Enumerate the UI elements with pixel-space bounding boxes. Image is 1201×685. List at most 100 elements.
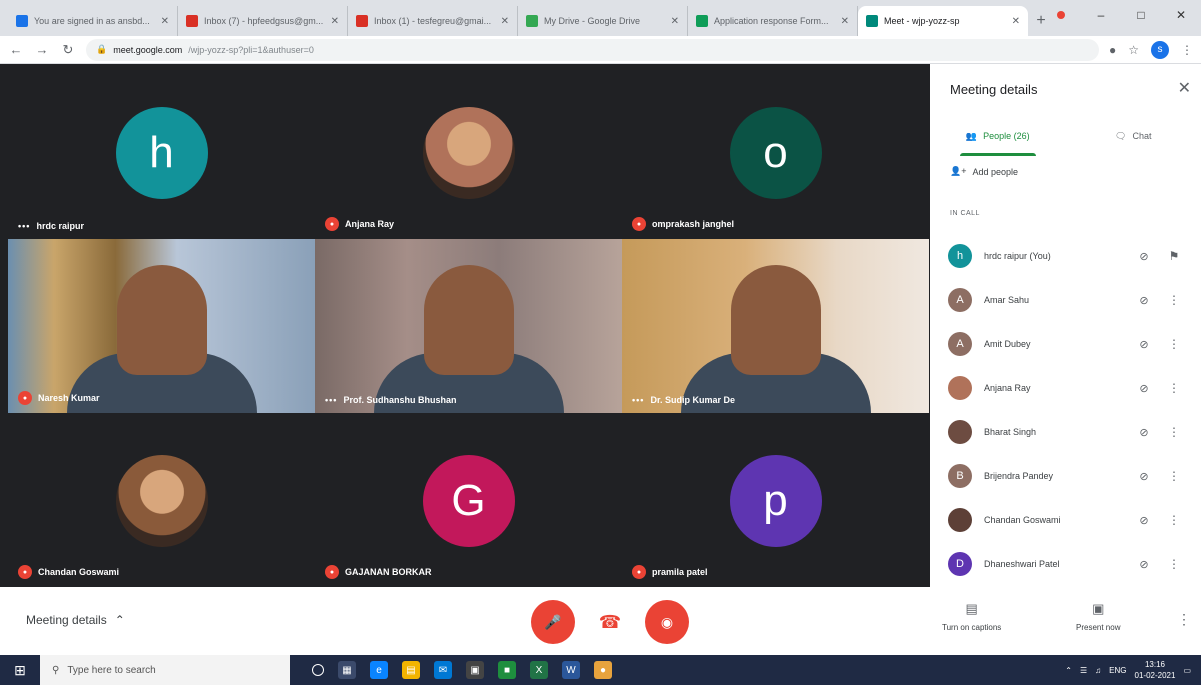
participant-tile[interactable]: ••• Prof. Sudhanshu Bhushan: [315, 239, 622, 413]
camera-toggle-button[interactable]: ◉: [645, 600, 689, 644]
tab-favicon-icon: [866, 15, 878, 27]
file-explorer-icon[interactable]: ▤: [402, 661, 420, 679]
tray-language[interactable]: ENG: [1109, 666, 1126, 675]
close-panel-icon[interactable]: ✕: [1178, 78, 1191, 98]
meeting-details-label: Meeting details: [26, 613, 107, 627]
close-window-button[interactable]: ✕: [1161, 0, 1201, 30]
captions-label: Turn on captions: [942, 623, 1002, 632]
participant-tile[interactable]: ● Anjana Ray: [315, 65, 622, 239]
meeting-details-panel: Meeting details ✕ 👥 People (26) 🗨 Chat 👤…: [930, 64, 1201, 587]
participant-list-name: Bharat Singh: [984, 427, 1037, 437]
participant-row[interactable]: B Brijendra Pandey ⊘ ⋮: [930, 454, 1201, 498]
panel-title: Meeting details: [950, 82, 1038, 97]
network-icon[interactable]: ☰: [1080, 666, 1087, 675]
store-icon[interactable]: ▣: [466, 661, 484, 679]
muted-mic-icon: ⊘: [1139, 338, 1149, 351]
tab-close-icon[interactable]: ✕: [331, 16, 339, 27]
more-actions-icon[interactable]: ⋮: [1165, 469, 1183, 483]
participant-name-tag: ••• Prof. Sudhanshu Bhushan: [325, 395, 456, 405]
more-actions-icon[interactable]: ⋮: [1165, 425, 1183, 439]
muted-mic-icon: ⊘: [1139, 470, 1149, 483]
tab-close-icon[interactable]: ✕: [841, 16, 849, 27]
participant-tile[interactable]: p ● pramila patel: [622, 413, 929, 587]
participant-tile[interactable]: h ••• hrdc raipur: [8, 65, 315, 239]
pin-icon[interactable]: ⚑: [1165, 249, 1183, 263]
tab-close-icon[interactable]: ✕: [501, 16, 509, 27]
participant-name: omprakash janghel: [652, 219, 735, 229]
more-actions-icon[interactable]: ⋮: [1165, 557, 1183, 571]
more-actions-icon[interactable]: ⋮: [1165, 513, 1183, 527]
participant-name-tag: ••• Dr. Sudip Kumar De: [632, 395, 735, 405]
tab-close-icon[interactable]: ✕: [161, 16, 169, 27]
participant-tile[interactable]: o ● omprakash janghel: [622, 65, 929, 239]
browser-tab[interactable]: My Drive - Google Drive ✕: [518, 6, 688, 36]
windows-start-icon[interactable]: ⊞: [0, 655, 40, 685]
camera-permission-icon[interactable]: ●: [1109, 43, 1116, 57]
chrome-icon[interactable]: ●: [594, 661, 612, 679]
maximize-button[interactable]: □: [1121, 0, 1161, 30]
mic-off-icon: ●: [632, 217, 646, 231]
browser-tab[interactable]: You are signed in as ansbd... ✕: [8, 6, 178, 36]
reload-icon[interactable]: ↻: [60, 42, 76, 58]
minimize-button[interactable]: –: [1081, 0, 1121, 30]
participant-row[interactable]: Bharat Singh ⊘ ⋮: [930, 410, 1201, 454]
excel-icon[interactable]: X: [530, 661, 548, 679]
back-icon[interactable]: ←: [8, 42, 24, 57]
url-input[interactable]: 🔒 meet.google.com/wjp-yozz-sp?pli=1&auth…: [86, 38, 1099, 61]
bookmark-star-icon[interactable]: ☆: [1128, 43, 1139, 57]
browser-tab[interactable]: Inbox (7) - hpfeedgsus@gm... ✕: [178, 6, 348, 36]
notifications-icon[interactable]: ▭: [1183, 666, 1191, 675]
browser-tab[interactable]: Meet - wjp-yozz-sp ✕: [858, 6, 1028, 36]
more-actions-icon[interactable]: ⋮: [1165, 337, 1183, 351]
tab-close-icon[interactable]: ✕: [671, 16, 679, 27]
browser-tab[interactable]: Inbox (1) - tesfegreu@gmai... ✕: [348, 6, 518, 36]
participant-row[interactable]: A Amit Dubey ⊘ ⋮: [930, 322, 1201, 366]
participant-row[interactable]: Anjana Ray ⊘ ⋮: [930, 366, 1201, 410]
participant-tile[interactable]: G ● GAJANAN BORKAR: [315, 413, 622, 587]
meeting-details-button[interactable]: Meeting details ⌃: [26, 613, 125, 627]
browser-tab[interactable]: Application response Form... ✕: [688, 6, 858, 36]
more-actions-icon[interactable]: ⋮: [1165, 381, 1183, 395]
participant-name: hrdc raipur: [36, 221, 84, 231]
mic-toggle-button[interactable]: 🎤: [531, 600, 575, 644]
participant-row[interactable]: h hrdc raipur (You) ⊘ ⚑: [930, 234, 1201, 278]
participant-avatar: h: [115, 107, 208, 199]
forward-icon[interactable]: →: [34, 42, 50, 57]
volume-icon[interactable]: ♫: [1095, 666, 1101, 675]
participant-tile[interactable]: ••• Dr. Sudip Kumar De: [622, 239, 929, 413]
participant-tile[interactable]: ● Chandan Goswami: [8, 413, 315, 587]
participant-avatar: p: [729, 455, 822, 547]
participant-row[interactable]: A Amar Sahu ⊘ ⋮: [930, 278, 1201, 322]
more-actions-icon[interactable]: ⋮: [1165, 293, 1183, 307]
participant-list-name: Brijendra Pandey: [984, 471, 1054, 481]
participant-list-avatar: h: [948, 244, 972, 268]
edge-icon[interactable]: e: [370, 661, 388, 679]
present-now-button[interactable]: ▣ Present now: [1076, 601, 1120, 632]
tab-close-icon[interactable]: ✕: [1012, 16, 1020, 27]
mic-off-icon: ●: [632, 565, 646, 579]
search-icon: ⚲: [52, 664, 60, 676]
mic-off-icon: 🎤: [544, 613, 562, 630]
participant-tile[interactable]: ● Naresh Kumar: [8, 239, 315, 413]
tab-chat[interactable]: 🗨 Chat: [1066, 116, 1201, 156]
tray-chevron-icon[interactable]: ⌃: [1065, 666, 1072, 675]
add-people-button[interactable]: 👤+ Add people: [950, 166, 1018, 177]
profile-avatar[interactable]: s: [1151, 40, 1169, 59]
tab-title: You are signed in as ansbd...: [34, 16, 150, 26]
tab-title: My Drive - Google Drive: [544, 16, 641, 26]
task-view-icon[interactable]: ▦: [338, 661, 356, 679]
leave-call-button[interactable]: ☎: [588, 600, 632, 644]
tab-favicon-icon: [356, 15, 368, 27]
mail-icon[interactable]: ✉: [434, 661, 452, 679]
participant-row[interactable]: D Dhaneshwari Patel ⊘ ⋮: [930, 542, 1201, 586]
more-options-icon[interactable]: ⋮: [1177, 611, 1191, 628]
word-icon[interactable]: W: [562, 661, 580, 679]
sheets-icon[interactable]: ■: [498, 661, 516, 679]
taskbar-search-input[interactable]: ⚲ Type here to search: [40, 655, 290, 685]
clock[interactable]: 13:16 01-02-2021: [1135, 659, 1176, 681]
participant-row[interactable]: Chandan Goswami ⊘ ⋮: [930, 498, 1201, 542]
tab-people[interactable]: 👥 People (26): [930, 116, 1066, 156]
captions-button[interactable]: ▤ Turn on captions: [942, 601, 1001, 632]
browser-menu-icon[interactable]: ⋮: [1181, 43, 1193, 57]
cortana-icon[interactable]: [312, 664, 324, 676]
